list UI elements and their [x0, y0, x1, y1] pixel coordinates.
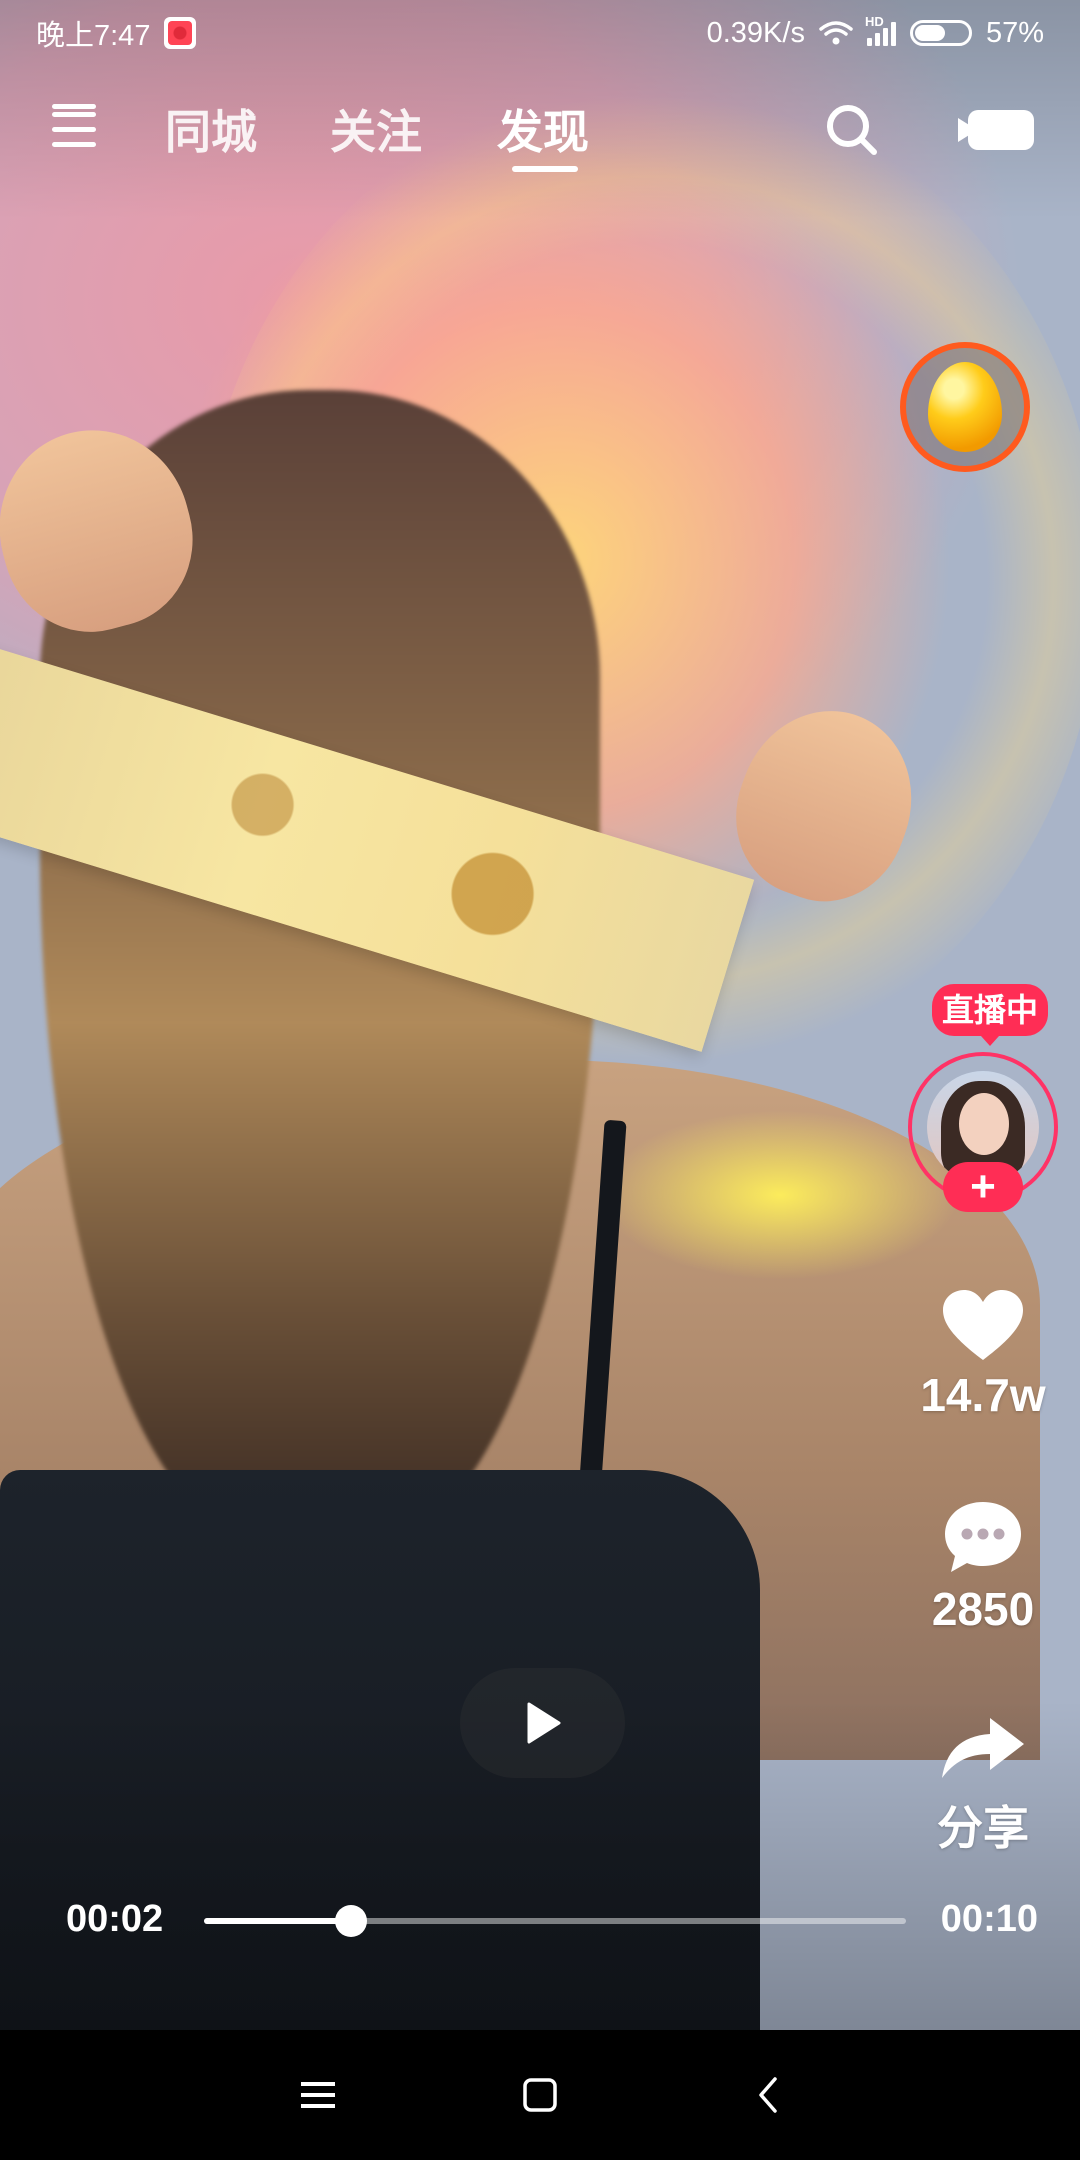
- menu-icon-line: [52, 127, 96, 132]
- share-label: 分享: [937, 1802, 1029, 1854]
- battery-percent: 57%: [985, 16, 1044, 49]
- progress-fill: [204, 1918, 352, 1924]
- heart-icon[interactable]: [941, 1288, 1025, 1362]
- home-button[interactable]: [510, 2065, 570, 2125]
- notification-dot: [52, 104, 96, 109]
- progress-scrubber[interactable]: [335, 1905, 368, 1937]
- playback-progress: 00:02 00:10: [0, 1890, 1080, 1950]
- total-time: 00:10: [940, 1898, 1038, 1940]
- system-nav-bar: [0, 2030, 1080, 2160]
- battery-fill: [914, 25, 945, 41]
- status-bar: 晚上7:47 0.39K/s HD 57%: [0, 0, 1080, 66]
- live-badge[interactable]: 直播中: [932, 984, 1049, 1046]
- clock: 晚上7:47: [36, 20, 151, 52]
- wifi-icon: [819, 21, 853, 45]
- comment-bubble-icon[interactable]: [943, 1500, 1023, 1576]
- video-feed-screen: 晚上7:47 0.39K/s HD 57% 同城 关注 发现 直播中 + 14.…: [0, 0, 1080, 2160]
- menu-lines-icon: [301, 2082, 335, 2108]
- status-left: 晚上7:47: [36, 12, 197, 54]
- menu-icon-line: [52, 112, 96, 117]
- back-button[interactable]: [738, 2065, 798, 2125]
- battery-icon: [909, 20, 972, 46]
- chevron-left-icon: [759, 2077, 777, 2113]
- square-icon: [523, 2078, 557, 2112]
- active-tab-indicator: [512, 166, 578, 172]
- play-icon: [527, 1702, 560, 1744]
- progress-track[interactable]: [204, 1905, 906, 1937]
- current-time: 00:02: [66, 1898, 164, 1940]
- share-action[interactable]: 分享: [900, 1716, 1066, 1858]
- comment-count: 2850: [931, 1583, 1035, 1635]
- tab-nearby[interactable]: 同城: [165, 96, 257, 162]
- menu-icon-line: [52, 142, 96, 147]
- status-right: 0.39K/s HD 57%: [706, 14, 1044, 50]
- tab-discover[interactable]: 发现: [497, 96, 589, 162]
- app-notification-icon: [164, 17, 197, 49]
- video-camera-icon[interactable]: [956, 108, 1036, 152]
- menu-button[interactable]: [50, 104, 100, 156]
- play-button[interactable]: [460, 1668, 625, 1778]
- comment-action[interactable]: 2850: [900, 1500, 1066, 1636]
- golden-egg-button[interactable]: [900, 342, 1030, 472]
- follow-button[interactable]: +: [943, 1162, 1023, 1212]
- cell-signal: HD: [865, 14, 896, 46]
- recent-apps-button[interactable]: [288, 2065, 348, 2125]
- search-icon[interactable]: [824, 102, 880, 158]
- network-speed: 0.39K/s: [706, 16, 805, 49]
- avatar-face: [959, 1093, 1009, 1155]
- share-arrow-icon[interactable]: [940, 1716, 1026, 1780]
- tab-following[interactable]: 关注: [330, 96, 422, 162]
- top-nav: 同城 关注 发现: [0, 90, 1080, 190]
- network-type-label: HD: [864, 14, 884, 29]
- like-action[interactable]: 14.7w: [900, 1288, 1066, 1422]
- golden-egg-icon: [928, 362, 1002, 452]
- like-count: 14.7w: [920, 1369, 1046, 1421]
